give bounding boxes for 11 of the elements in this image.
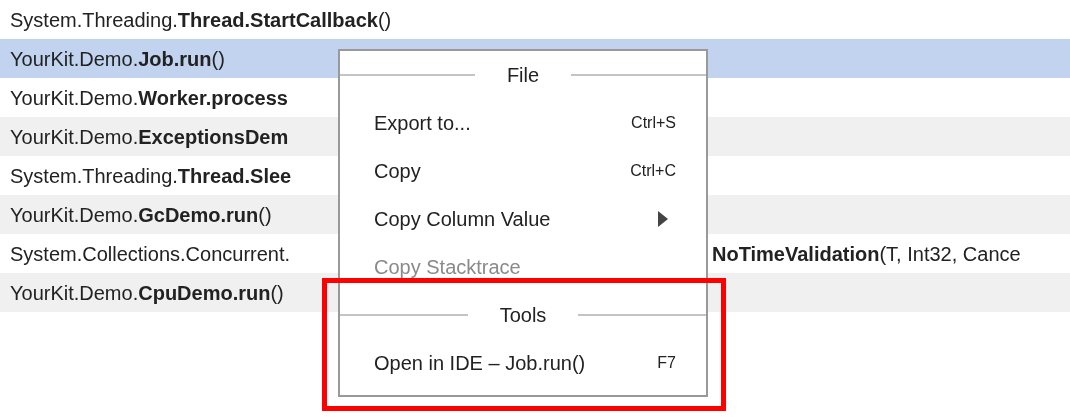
method-name: YourKit.Demo.CpuDemo.run(): [10, 280, 284, 306]
method-name: System.Collections.Concurrent.: [10, 241, 291, 267]
method-name: YourKit.Demo.ExceptionsDem: [10, 124, 289, 150]
method-name: System.Threading.Thread.Slee: [10, 163, 292, 189]
method-name: YourKit.Demo.Worker.process: [10, 85, 288, 111]
method-name: NoTimeValidation(T, Int32, Cance: [712, 241, 1021, 267]
method-name: YourKit.Demo.GcDemo.run(): [10, 202, 272, 228]
method-name: YourKit.Demo.Job.run(): [10, 46, 225, 72]
menu-section-title: File: [505, 63, 541, 88]
menu-section-title: Tools: [498, 303, 548, 328]
method-name: System.Threading.Thread.StartCallback(): [10, 7, 392, 33]
